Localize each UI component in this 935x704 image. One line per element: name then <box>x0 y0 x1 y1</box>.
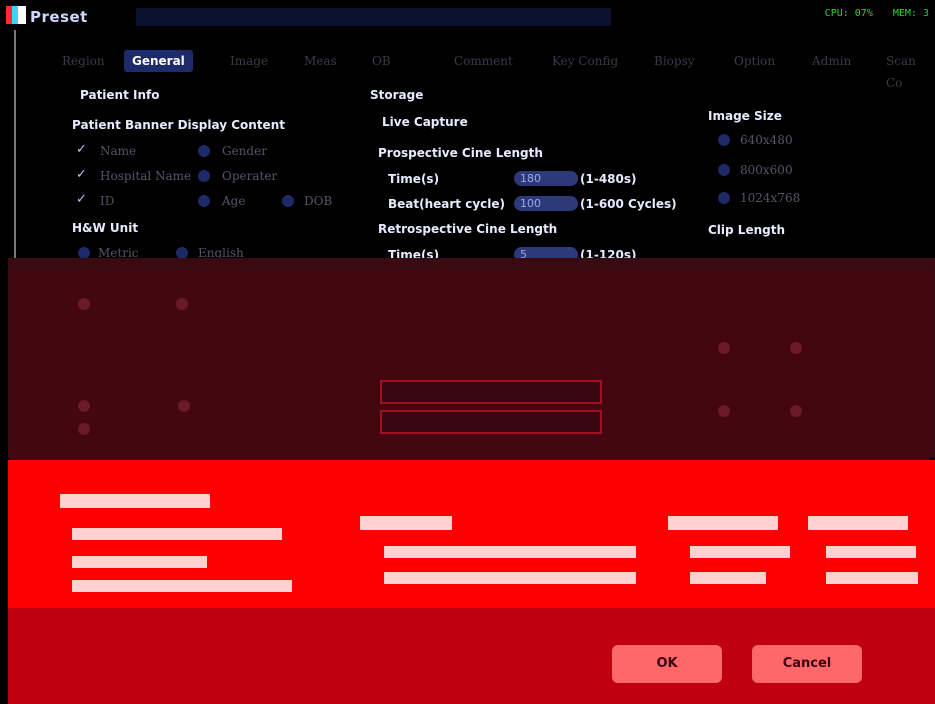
checkbox-dob[interactable] <box>282 195 294 207</box>
tab-key-config[interactable]: Key Config <box>544 50 626 72</box>
tab-biopsy[interactable]: Biopsy <box>646 50 703 72</box>
checkbox-operater[interactable] <box>198 170 210 182</box>
tab-general[interactable]: General <box>124 50 193 72</box>
time-input[interactable]: 180 <box>514 171 578 186</box>
table-cell <box>826 572 918 584</box>
cpu-readout: CPU: 07% <box>824 8 873 19</box>
obscured-radio <box>78 400 90 412</box>
radio-640x480[interactable] <box>718 134 730 146</box>
option-800x600[interactable]: 800x600 <box>740 163 793 177</box>
check-icon[interactable]: ✓ <box>76 167 87 182</box>
option-id[interactable]: ID <box>100 194 114 208</box>
option-dob[interactable]: DOB <box>304 194 332 208</box>
option-gender[interactable]: Gender <box>222 144 267 158</box>
tab-ob[interactable]: OB <box>364 50 399 72</box>
hw-unit-heading: H&W Unit <box>72 221 139 235</box>
table-cell <box>72 556 207 568</box>
option-1024x768[interactable]: 1024x768 <box>740 191 800 205</box>
tab-region[interactable]: Region <box>54 50 113 72</box>
window-title: Preset <box>30 8 88 26</box>
check-icon[interactable]: ✓ <box>76 192 87 207</box>
tab-scan-config[interactable]: Scan Co <box>878 50 935 90</box>
obscured-field <box>380 410 602 434</box>
table-cell <box>72 580 292 592</box>
radio-1024x768[interactable] <box>718 192 730 204</box>
image-size-heading: Image Size <box>708 109 782 123</box>
obscured-radio <box>78 423 90 435</box>
obscured-radio <box>718 405 730 417</box>
time-label: Time(s) <box>388 172 440 186</box>
table-cell <box>690 572 766 584</box>
tab-bar: Region General Image Meas OB Comment Key… <box>46 46 935 90</box>
table-cell <box>72 528 282 540</box>
table-cell <box>808 516 908 530</box>
obscured-radio <box>78 298 90 310</box>
beat-range: (1-600 Cycles) <box>580 197 677 211</box>
table-cell <box>60 494 210 508</box>
checkbox-gender[interactable] <box>198 145 210 157</box>
live-capture-label: Live Capture <box>382 115 468 129</box>
option-640x480[interactable]: 640x480 <box>740 133 793 147</box>
tab-meas[interactable]: Meas <box>296 50 345 72</box>
table-cell <box>690 546 790 558</box>
beat-label: Beat(heart cycle) <box>388 197 505 211</box>
check-icon[interactable]: ✓ <box>76 142 87 157</box>
tab-comment[interactable]: Comment <box>446 50 521 72</box>
option-hospital-name[interactable]: Hospital Name <box>100 169 191 183</box>
table-cell <box>384 546 636 558</box>
checkbox-age[interactable] <box>198 195 210 207</box>
tab-option[interactable]: Option <box>726 50 783 72</box>
obscured-field <box>380 380 602 404</box>
title-bar: Preset CPU: 07% MEM: 3 <box>0 0 935 32</box>
title-strip <box>136 8 611 26</box>
banner-heading: Patient Banner Display Content <box>72 118 285 132</box>
option-operater[interactable]: Operater <box>222 169 277 183</box>
tab-image[interactable]: Image <box>222 50 276 72</box>
ok-button[interactable]: OK <box>612 645 722 683</box>
beat-input[interactable]: 100 <box>514 196 578 211</box>
obscured-radio <box>790 405 802 417</box>
patient-info-heading: Patient Info <box>80 88 160 102</box>
prospective-heading: Prospective Cine Length <box>378 146 543 160</box>
clip-length-heading: Clip Length <box>708 223 785 237</box>
obscured-radio <box>178 400 190 412</box>
time-range: (1-480s) <box>580 172 637 186</box>
cancel-button[interactable]: Cancel <box>752 645 862 683</box>
table-cell <box>826 546 916 558</box>
option-name[interactable]: Name <box>100 144 136 158</box>
option-age[interactable]: Age <box>222 194 245 208</box>
obscured-radio <box>790 342 802 354</box>
obscured-radio <box>176 298 188 310</box>
obscured-radio <box>718 342 730 354</box>
mem-readout: MEM: 3 <box>892 8 929 19</box>
tab-admin[interactable]: Admin <box>804 50 859 72</box>
system-status: CPU: 07% MEM: 3 <box>811 8 929 19</box>
table-cell <box>668 516 778 530</box>
storage-heading: Storage <box>370 88 424 102</box>
table-cell <box>360 516 452 530</box>
table-cell <box>384 572 636 584</box>
app-logo-icon <box>6 6 26 24</box>
radio-800x600[interactable] <box>718 164 730 176</box>
retrospective-heading: Retrospective Cine Length <box>378 222 558 236</box>
